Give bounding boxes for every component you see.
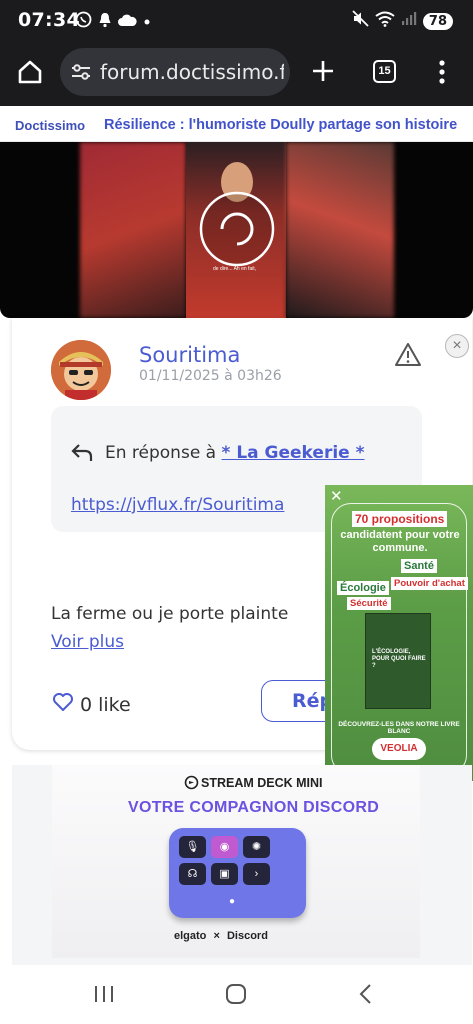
home-icon[interactable] [16,58,44,91]
ad-headline: 70 propositions [352,511,448,527]
like-button[interactable]: 0 like [52,692,131,717]
address-bar[interactable]: forum.doctissimo.fr/ [60,48,290,96]
site-settings-icon[interactable] [71,63,91,86]
headset-key-icon: ☊ [179,863,206,885]
wifi-icon [375,11,395,32]
post-body: La ferme ou je porte plainte [51,604,289,624]
reply-to-link[interactable]: * La Geekerie * [222,443,365,463]
discord-small-icon: ● [229,896,236,907]
status-bar: 07:34 78 [0,0,473,40]
stream-deck-logo-icon [184,775,199,795]
reply-arrow-icon [71,442,93,467]
next-key-icon: › [243,863,270,885]
reply-to-text: En réponse à * La Geekerie * [105,443,365,463]
battery-icon: 78 [422,12,453,30]
new-tab-icon[interactable] [311,59,335,88]
stream-deck-device: 🎙 ◉ ✺ ☊ ▣ › ● [169,828,306,918]
sound-key-icon: ✺ [243,836,270,858]
ad-book-title: L'ÉCOLOGIE, POUR QUOI FAIRE ? [372,649,426,669]
mic-key-icon: 🎙 [179,836,206,858]
discord-logo: Discord [226,930,268,942]
reply-prefix: En réponse à [105,443,217,463]
notification-bell-icon [98,12,112,33]
tab-count: 15 [378,65,391,77]
see-more-link[interactable]: Voir plus [51,632,124,652]
post-author[interactable]: Souritima [139,343,240,367]
like-count: 0 like [80,693,131,716]
post-date: 01/11/2025 à 03h26 [139,368,282,384]
video-caption: de dire... Ah en fait, [213,266,257,272]
menu-icon[interactable] [438,59,446,90]
report-warning-icon[interactable] [394,342,422,372]
system-nav-bar [0,966,473,1024]
ad-product-name: STREAM DECK MINI [201,776,323,790]
site-header: Doctissimo Résilience : l'humoriste Doul… [0,106,473,142]
ad-subheadline: candidatent pour votre commune. [340,529,460,554]
recent-apps-icon[interactable] [93,984,115,1009]
video-player[interactable]: de dire... Ah en fait, [0,142,473,318]
whatsapp-icon [75,11,92,33]
url-text: forum.doctissimo.fr/ [100,60,284,84]
video-frame-left [80,142,186,318]
home-nav-icon[interactable] [225,983,247,1010]
ad-tag-ecologie: Écologie [337,581,389,595]
cloud-icon [118,13,137,32]
ad-brand-logo: VEOLIA [372,738,426,760]
avatar[interactable] [51,340,111,400]
tab-switcher-icon[interactable]: 15 [373,60,396,83]
clock: 07:34 [18,9,80,31]
article-title-link[interactable]: Résilience : l'humoriste Doully partage … [104,117,457,133]
video-frame-right [286,142,394,318]
stream-deck-ad[interactable]: STREAM DECK MINI VOTRE COMPAGNON DISCORD… [12,765,472,965]
site-logo[interactable]: Doctissimo [15,118,85,133]
ad-tag-pouvoir-achat: Pouvoir d'achat [391,577,468,590]
ad-tag-sante: Santé [401,559,437,573]
battery-level: 78 [428,13,447,29]
ad-tag-securite: Sécurité [347,597,391,610]
close-ad-icon[interactable]: × [445,334,469,358]
mute-icon [352,10,369,32]
veolia-ad[interactable]: ✕ 70 propositions candidatent pour votre… [325,485,473,781]
ad-brands: elgato × Discord [174,930,268,942]
elgato-logo: elgato [174,930,207,942]
ad-close-icon[interactable]: ✕ [330,487,343,505]
dot-icon [143,13,151,31]
camera-key-icon: ◉ [211,836,238,858]
ad-book: L'ÉCOLOGIE, POUR QUOI FAIRE ? [365,613,431,709]
back-icon[interactable] [358,983,374,1010]
screen-key-icon: ▣ [211,863,238,885]
browser-toolbar: forum.doctissimo.fr/ 15 [0,40,473,106]
ad-tagline: VOTRE COMPAGNON DISCORD [128,799,380,816]
loading-spinner-icon [198,190,276,273]
heart-icon [52,692,74,717]
quoted-link[interactable]: https://jvflux.fr/Souritima [71,495,284,515]
brand-separator: × [213,930,220,942]
signal-icon [401,11,417,31]
ad-cta: DÉCOUVREZ-LES DANS NOTRE LIVRE BLANC [338,721,460,735]
